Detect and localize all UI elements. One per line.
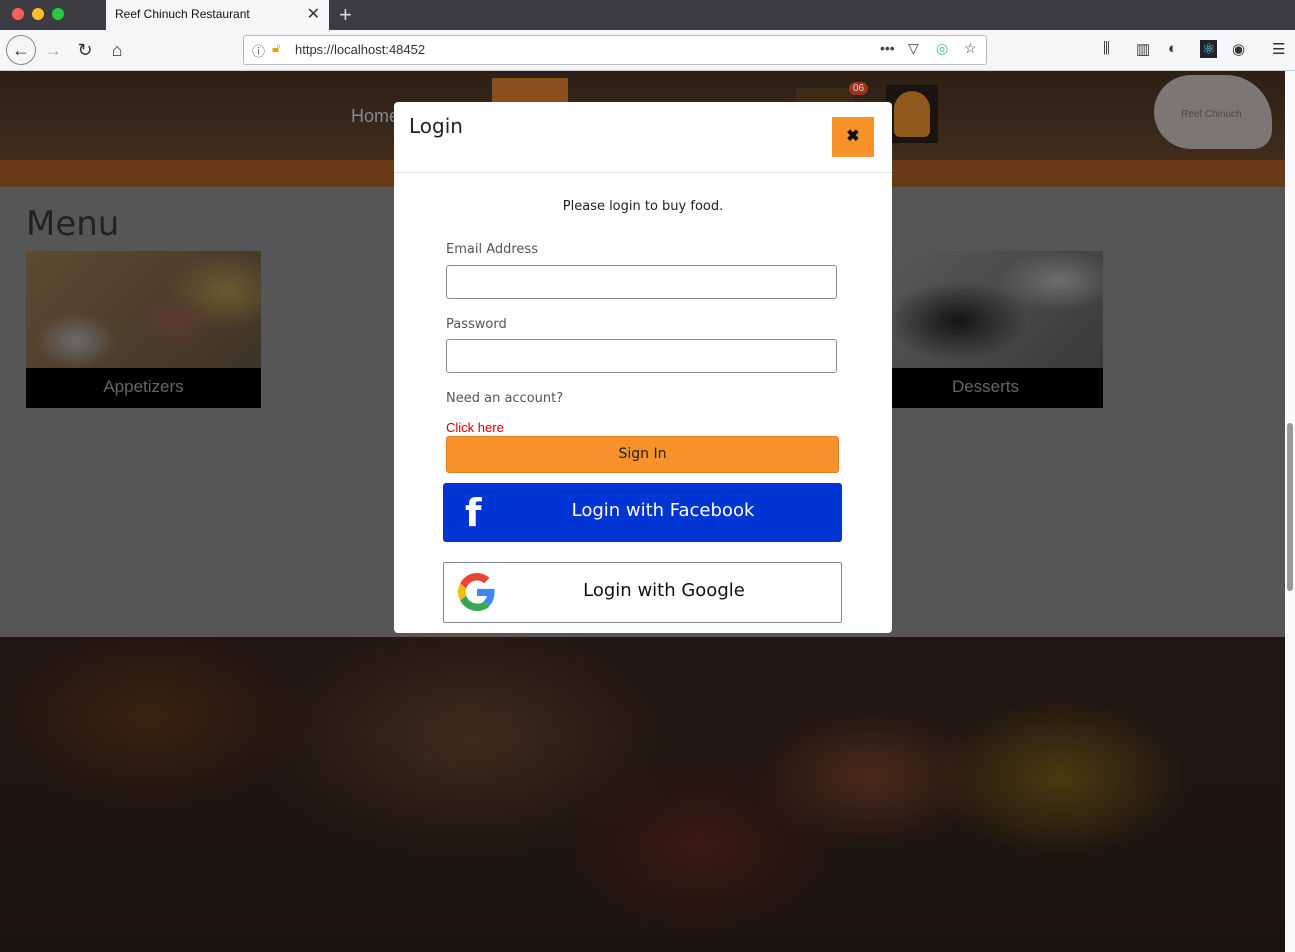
cart-count-badge: 06 <box>849 82 869 95</box>
url-text[interactable]: https://localhost:48452 <box>295 42 425 57</box>
google-login-button[interactable]: Login with Google <box>443 562 842 623</box>
login-modal: Login ✖ Please login to buy food. Email … <box>394 102 892 633</box>
google-login-label: Login with Google <box>583 580 745 601</box>
home-icon[interactable]: ⌂ <box>104 37 130 63</box>
google-icon <box>458 573 495 611</box>
category-label: Desserts <box>951 377 1020 396</box>
zoom-window-button[interactable] <box>52 8 64 20</box>
user-button[interactable] <box>886 85 938 143</box>
user-icon <box>894 91 930 137</box>
password-field[interactable] <box>446 339 837 373</box>
minimize-window-button[interactable] <box>32 8 44 20</box>
appetizers-image <box>26 251 261 368</box>
nav-home-link[interactable]: Home <box>351 106 399 127</box>
food-background-image <box>0 637 1285 952</box>
logo-text: Reef Chinuch <box>1181 109 1242 120</box>
email-field[interactable] <box>446 265 837 299</box>
category-card-appetizers[interactable]: Appetizers <box>26 251 261 408</box>
dark-mode-icon[interactable]: ◐ <box>1168 40 1177 57</box>
tab-close-icon[interactable]: ✕ <box>307 4 320 24</box>
new-tab-icon[interactable]: + <box>339 2 352 28</box>
facebook-icon: f <box>465 491 482 535</box>
category-label: Appetizers <box>103 377 184 396</box>
nav-active-item[interactable] <box>492 78 568 104</box>
account-icon[interactable]: ◉ <box>1232 40 1245 58</box>
browser-tab-bar: Reef Chinuch Restaurant ✕ + <box>0 0 1295 30</box>
menu-title: Menu <box>26 204 120 244</box>
browser-tab[interactable]: Reef Chinuch Restaurant ✕ <box>106 0 329 30</box>
password-label: Password <box>446 317 507 332</box>
scrollbar-thumb[interactable] <box>1287 423 1293 591</box>
login-message: Please login to buy food. <box>562 199 724 214</box>
divider <box>394 172 892 173</box>
sign-in-button[interactable]: Sign In <box>446 436 839 473</box>
reload-icon[interactable]: ↻ <box>72 37 98 63</box>
facebook-login-label: Login with Facebook <box>571 500 755 521</box>
pocket-icon[interactable]: ▽ <box>908 40 919 57</box>
tab-title: Reef Chinuch Restaurant <box>115 7 250 21</box>
email-label: Email Address <box>446 242 538 257</box>
extension-icon[interactable]: ◎ <box>936 40 948 57</box>
forward-icon[interactable]: → <box>40 37 66 63</box>
scrollbar[interactable] <box>1285 71 1295 952</box>
need-account-text: Need an account? <box>446 391 564 406</box>
facebook-login-button[interactable]: f Login with Facebook <box>443 483 842 542</box>
sidebar-icon[interactable]: ▥ <box>1136 40 1150 58</box>
category-card-desserts[interactable]: Desserts <box>868 251 1103 408</box>
register-link[interactable]: Click here <box>446 420 504 435</box>
bookmark-star-icon[interactable]: ☆ <box>964 40 977 57</box>
insecure-lock-icon[interactable]: 🔓︎ <box>272 40 280 56</box>
browser-toolbar: ← → ↻ ⌂ ⓘ 🔓︎ https://localhost:48452 •••… <box>0 30 1295 71</box>
react-devtools-icon[interactable]: ⚛ <box>1200 40 1218 58</box>
page-actions-icon[interactable]: ••• <box>880 40 895 56</box>
library-icon[interactable]: ⫼ <box>1103 40 1110 57</box>
info-icon[interactable]: ⓘ <box>252 41 265 60</box>
back-icon[interactable]: ← <box>6 35 36 65</box>
modal-title: Login <box>409 114 463 138</box>
desserts-image <box>868 251 1103 368</box>
close-icon: ✖ <box>846 128 860 145</box>
restaurant-logo[interactable]: Reef Chinuch <box>1154 75 1272 149</box>
url-bar[interactable]: ⓘ 🔓︎ https://localhost:48452 ••• ▽ ◎ ☆ <box>243 35 987 65</box>
menu-icon[interactable]: ☰ <box>1272 40 1285 58</box>
close-window-button[interactable] <box>12 8 24 20</box>
close-modal-button[interactable]: ✖ <box>832 117 874 157</box>
